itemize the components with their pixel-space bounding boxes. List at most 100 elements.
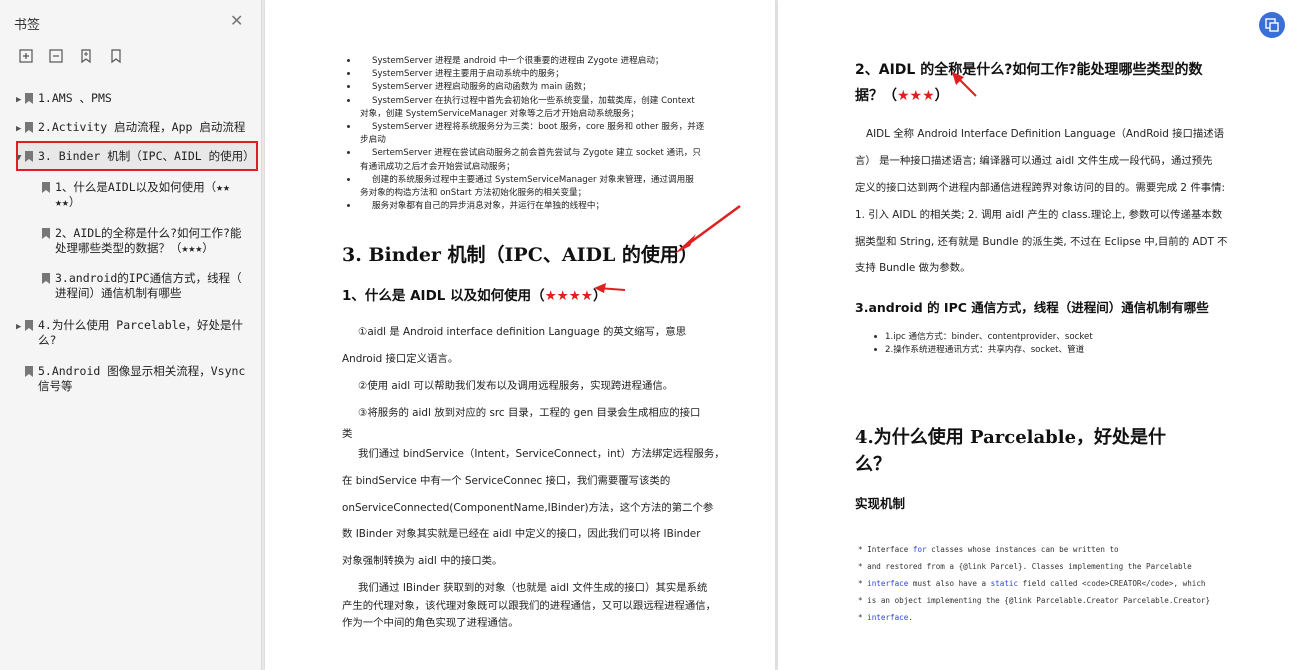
annotation-arrow-icon xyxy=(674,204,741,254)
bookmark-label: 进程间）通信机制有哪些 xyxy=(55,286,182,300)
expand-arrow-icon[interactable]: ▶ xyxy=(16,93,21,108)
paragraph-line: 产生的代理对象，该代理对象既可以跟我们的进程通信，又可以跟远程进程通信， xyxy=(342,600,717,612)
bullet-dot xyxy=(347,98,350,102)
bookmark-item-binder[interactable]: ▼ 3. Binder 机制（IPC、AIDL 的使用） xyxy=(16,149,255,164)
bookmark-icon xyxy=(25,320,33,331)
paragraph-line: ③将服务的 aidl 放到对应的 src 目录，工程的 gen 目录会生成相应的… xyxy=(358,407,701,419)
paragraph-line: 对象强制转换为 aidl 中的接口类。 xyxy=(342,555,503,567)
bookmark-label: 3. Binder 机制（IPC、AIDL 的使用） xyxy=(38,149,255,163)
paragraph-line: 作为一个中间的角色实现了进程通信。 xyxy=(342,617,519,629)
bookmark-icon xyxy=(25,366,33,377)
section-heading: 2、AIDL 的全称是什么?如何工作?能处理哪些类型的数 xyxy=(855,62,1203,78)
bookmark-item-activity[interactable]: ▶ 2.Activity 启动流程，App 启动流程 xyxy=(16,120,246,135)
sub-heading: 1、什么是 AIDL 以及如何使用（★★★★） xyxy=(342,288,607,304)
close-icon[interactable]: ✕ xyxy=(230,12,243,30)
bullet-dot xyxy=(874,335,877,338)
code-line: * Interface for classes whose instances … xyxy=(858,545,1119,554)
section-heading: 据？（★★★） xyxy=(855,88,949,104)
ipc-list-item: 1.ipc 通信方式：binder、contentprovider、socket xyxy=(885,332,1093,342)
bullet-line: 务对象的构造方法和 onStart 方法初始化服务的相关变量； xyxy=(360,188,587,198)
bullet-dot xyxy=(347,177,350,181)
paragraph-line: onServiceConnected(ComponentName,IBinder… xyxy=(342,502,714,514)
bookmark-item-ipc[interactable]: 3.android的IPC通信方式，线程（ 进程间）通信机制有哪些 xyxy=(42,271,242,301)
bookmark-label: 4.为什么使用 Parcelable，好处是什 xyxy=(38,318,244,332)
section-heading: 3. Binder 机制（IPC、AIDL 的使用） xyxy=(342,244,698,266)
bookmark-sidebar: 书签 ✕ ▶ 1.AMS 、PMS ▶ 2.Activity 启动流程，App … xyxy=(0,0,262,670)
bullet-line: 对象，创建 SystemServiceManager 对象等之后才开始启动系统服… xyxy=(360,108,639,119)
bookmark-item-aidl-full-name[interactable]: 2、AIDL的全称是什么?如何工作?能 处理哪些类型的数据？（★★★） xyxy=(42,226,242,256)
paragraph-line: 据类型和 String, 还有就是 Bundle 的派生类, 不过在 Eclip… xyxy=(855,236,1228,248)
bookmark-label: 3.android的IPC通信方式，线程（ xyxy=(55,271,242,285)
bookmark-icon xyxy=(25,122,33,133)
section-heading: 4.为什么使用 Parcelable，好处是什 xyxy=(855,427,1167,448)
bullet-dot xyxy=(347,151,350,155)
expand-arrow-icon[interactable]: ▶ xyxy=(16,122,21,137)
paragraph-line: ①aidl 是 Android interface definition Lan… xyxy=(358,326,687,338)
bookmark-label: 1、什么是AIDL以及如何使用（★★ xyxy=(55,180,230,194)
expand-arrow-icon[interactable]: ▶ xyxy=(16,320,21,335)
code-line: * is an object implementing the {@link P… xyxy=(858,596,1211,605)
bullet-line: SystemServer 进程启动服务的启动函数为 main 函数； xyxy=(372,82,591,93)
bookmark-label: 5.Android 图像显示相关流程，Vsync xyxy=(38,364,246,378)
bullet-dot xyxy=(347,204,350,208)
bookmark-label: 1.AMS 、PMS xyxy=(38,91,112,105)
bullet-line: 服务对象都有自己的异步消息对象，并运行在单独的线程中； xyxy=(372,201,605,212)
section-heading: 3.android 的 IPC 通信方式，线程（进程间）通信机制有哪些 xyxy=(855,300,1209,315)
bookmark-label: 2.Activity 启动流程，App 启动流程 xyxy=(38,120,246,134)
bookmark-label: 处理哪些类型的数据？（★★★） xyxy=(55,241,214,255)
bookmark-icon xyxy=(25,151,33,162)
paragraph-line: 支持 Bundle 做为参数。 xyxy=(855,262,971,274)
paragraph-line: 我们通过 IBinder 获取到的对象（也就是 aidl 文件生成的接口）其实是… xyxy=(358,582,708,594)
paragraph-line: ②使用 aidl 可以帮助我们发布以及调用远程服务，实现跨进程通信。 xyxy=(358,380,674,392)
paragraph-line: 言） 是一种接口描述语言; 编译器可以通过 aidl 文件生成一段代码，通过预先 xyxy=(855,155,1213,167)
code-line: * interface must also have a static fiel… xyxy=(858,579,1206,588)
bookmark-label: 么? xyxy=(38,333,57,347)
bullet-line: SertemServer 进程在尝试启动服务之前会首先尝试与 Zygote 建立… xyxy=(372,148,701,159)
bookmark-icon[interactable] xyxy=(108,48,124,64)
paragraph-line: 定义的接口达到两个进程内部通信进程跨界对象访问的目的。需要完成 2 件事情: xyxy=(855,182,1225,194)
sidebar-title: 书签 xyxy=(14,18,41,33)
bookmark-label: ★★） xyxy=(55,195,81,209)
bullet-line: SystemServer 在执行过程中首先会初始化一些系统变量，加载类库，创建 … xyxy=(372,95,695,106)
bookmark-icon xyxy=(42,228,50,239)
paragraph-line: 1. 引入 AIDL 的相关类; 2. 调用 aidl 产生的 class.理论… xyxy=(855,209,1223,221)
bookmark-icon xyxy=(42,182,50,193)
section-heading: 么？ xyxy=(855,454,891,475)
floating-action-button[interactable] xyxy=(1259,12,1285,38)
bookmark-item-android-display[interactable]: 5.Android 图像显示相关流程，Vsync 信号等 xyxy=(25,364,246,394)
code-line: * interface. xyxy=(858,613,913,622)
code-line: * and restored from a {@link Parcel}. Cl… xyxy=(858,562,1192,571)
bookmark-item-parcelable[interactable]: ▶ 4.为什么使用 Parcelable，好处是什 么? xyxy=(16,318,244,348)
bullet-line: 有通讯成功之后才会开始尝试启动服务； xyxy=(360,161,515,172)
collapse-arrow-icon[interactable]: ▼ xyxy=(16,151,21,166)
bullet-dot xyxy=(347,59,350,62)
bullet-dot xyxy=(874,348,877,351)
paragraph-line: 类 xyxy=(342,428,353,440)
document-page-right: 2、AIDL 的全称是什么?如何工作?能处理哪些类型的数 据？（★★★） AID… xyxy=(778,0,1295,670)
ipc-list-item: 2.操作系统进程通讯方式：共享内存、socket、管道 xyxy=(885,345,1085,355)
bullet-dot xyxy=(347,72,350,76)
document-page-left: SystemServer 进程是 android 中一个很重要的进程由 Zygo… xyxy=(265,0,775,670)
paragraph-line: 在 bindService 中有一个 ServiceConnec 接口，我们需要… xyxy=(342,475,671,487)
bookmark-label: 信号等 xyxy=(38,379,73,393)
translate-icon xyxy=(1265,18,1279,32)
bookmark-label: 2、AIDL的全称是什么?如何工作?能 xyxy=(55,226,242,240)
bullet-dot xyxy=(347,85,350,89)
bullet-dot xyxy=(347,125,350,128)
bookmark-item-aidl-usage[interactable]: 1、什么是AIDL以及如何使用（★★ ★★） xyxy=(42,180,230,210)
bullet-line: SystemServer 进程将系统服务分为三类：boot 服务，core 服务… xyxy=(372,122,705,132)
paragraph-line: AIDL 全称 Android Interface Definition Lan… xyxy=(866,128,1225,140)
expand-bookmark-icon[interactable] xyxy=(18,48,34,64)
bookmark-item-ams-pms[interactable]: ▶ 1.AMS 、PMS xyxy=(16,91,112,106)
annotation-arrow-icon xyxy=(952,72,977,97)
bookmark-icon xyxy=(25,93,33,104)
bullet-line: 步启动 xyxy=(360,135,386,146)
add-bookmark-icon[interactable] xyxy=(78,48,94,64)
bullet-line: 创建的系统服务过程中主要通过 SystemServiceManager 对象来管… xyxy=(372,174,694,185)
bullet-line: SystemServer 进程是 android 中一个很重要的进程由 Zygo… xyxy=(372,56,664,66)
sidebar-toolbar xyxy=(18,48,124,64)
sub-heading: 实现机制 xyxy=(855,496,906,511)
annotation-arrow-icon xyxy=(594,283,626,293)
collapse-bookmark-icon[interactable] xyxy=(48,48,64,64)
paragraph-line: Android 接口定义语言。 xyxy=(342,353,459,365)
